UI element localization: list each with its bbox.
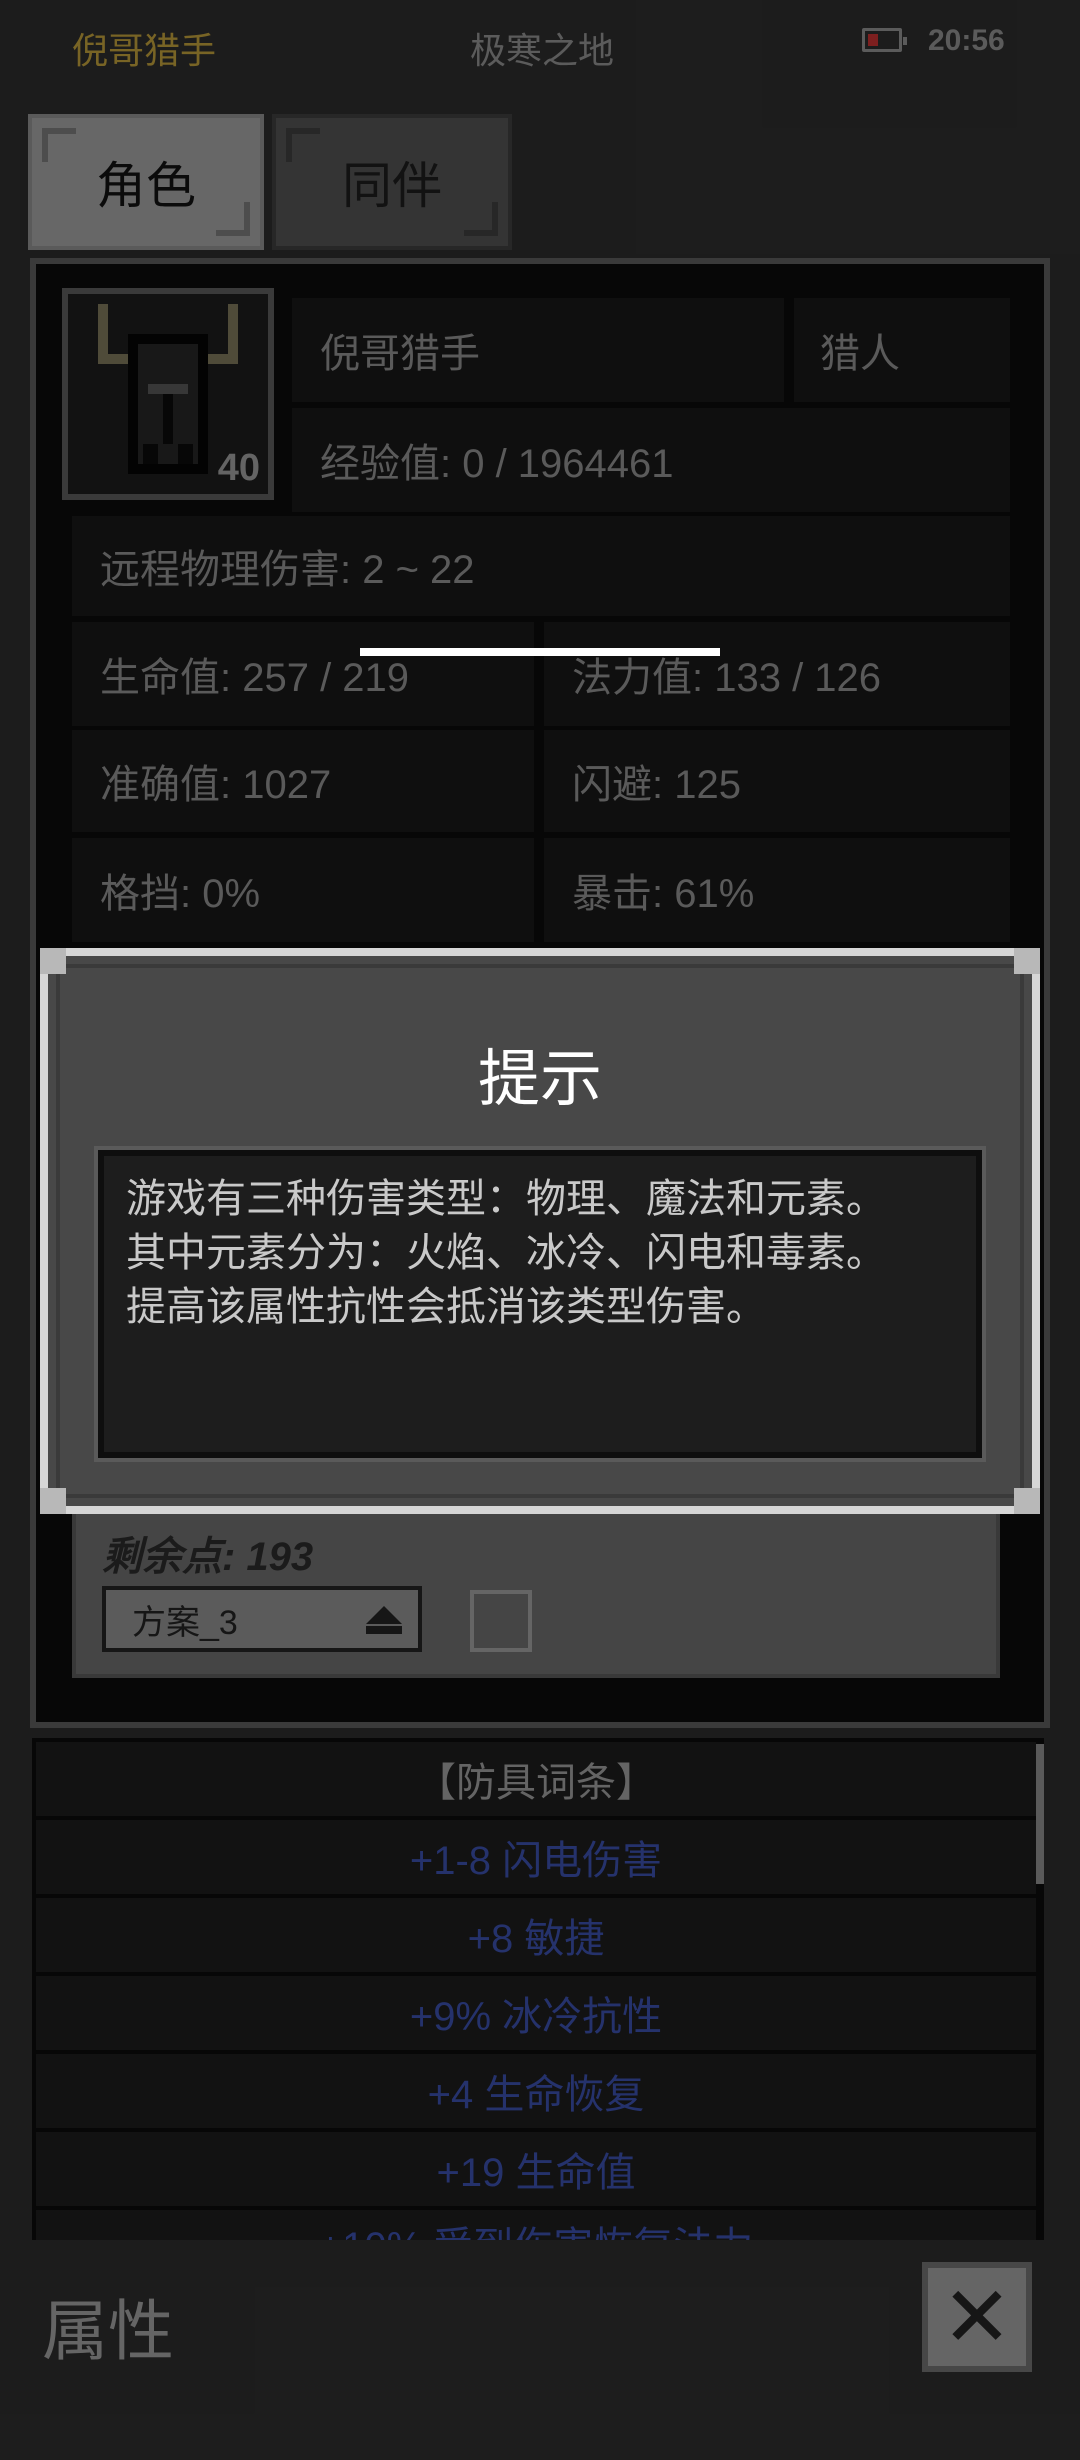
tab-character[interactable]: 角色 <box>28 114 264 250</box>
screen-title: 属性 <box>42 2294 174 2368</box>
list-item: +8 敏捷 <box>36 1898 1036 1972</box>
dialog-line: 游戏有三种伤害类型：物理、魔法和元素。 <box>126 1177 886 1221</box>
dialog-line: 提高该属性抗性会抵消该类型伤害。 <box>126 1285 766 1329</box>
tab-companion[interactable]: 同伴 <box>272 114 512 250</box>
experience-value: 经验值: 0 / 1964461 <box>292 408 1010 512</box>
list-item: +4 生命恢复 <box>36 2054 1036 2128</box>
accuracy-stat: 准确值: 1027 <box>72 730 534 832</box>
list-item: +1-8 闪电伤害 <box>36 1820 1036 1894</box>
list-item: +9% 冰冷抗性 <box>36 1976 1036 2050</box>
plan-select[interactable]: 方案_3 <box>102 1586 422 1652</box>
eject-icon <box>366 1606 402 1624</box>
plan-select-value: 方案_3 <box>132 1603 238 1642</box>
dialog-line: 其中元素分为：火焰、冰冷、闪电和毒素。 <box>126 1231 886 1275</box>
status-time: 20:56 <box>928 24 1005 57</box>
dodge-stat: 闪避: 125 <box>544 730 1010 832</box>
dialog-message: 游戏有三种伤害类型：物理、魔法和元素。 其中元素分为：火焰、冰冷、闪电和毒素。 … <box>98 1150 982 1458</box>
remaining-points: 剩余点: 193 <box>102 1535 314 1579</box>
battery-icon <box>862 28 907 52</box>
list-item: +19 生命值 <box>36 2132 1036 2206</box>
scrollbar[interactable] <box>1036 1744 1044 1884</box>
character-class: 猎人 <box>794 298 1010 402</box>
attribute-points-panel: 剩余点: 193 方案_3 <box>72 1502 1000 1678</box>
status-area-name: 极寒之地 <box>470 30 615 71</box>
crit-stat: 暴击: 61% <box>544 838 1010 942</box>
affix-list[interactable]: 【防具词条】 +1-8 闪电伤害 +8 敏捷 +9% 冰冷抗性 +4 生命恢复 … <box>32 1738 1044 2240</box>
damage-stat: 远程物理伤害: 2 ~ 22 <box>72 516 1010 616</box>
status-player-name: 倪哥猎手 <box>72 30 217 71</box>
character-portrait[interactable]: 40 <box>62 288 274 500</box>
close-icon: ✕ <box>941 2270 1013 2364</box>
tab-companion-label: 同伴 <box>342 158 442 214</box>
swipe-indicator <box>360 648 720 656</box>
mp-stat: 法力值: 133 / 126 <box>544 622 1010 726</box>
tab-character-label: 角色 <box>96 158 196 214</box>
export-icon[interactable] <box>470 1590 532 1652</box>
close-button[interactable]: ✕ <box>922 2262 1032 2372</box>
character-level: 40 <box>217 447 260 489</box>
dialog-title: 提示 <box>477 1045 602 1114</box>
block-stat: 格挡: 0% <box>72 838 534 942</box>
affix-list-header: 【防具词条】 <box>36 1742 1036 1816</box>
list-item: +10% 受到伤害恢复法力 <box>36 2210 1036 2240</box>
hint-dialog[interactable]: 提示 游戏有三种伤害类型：物理、魔法和元素。 其中元素分为：火焰、冰冷、闪电和毒… <box>40 948 1040 1514</box>
character-name: 倪哥猎手 <box>292 298 784 402</box>
hp-stat: 生命值: 257 / 219 <box>72 622 534 726</box>
